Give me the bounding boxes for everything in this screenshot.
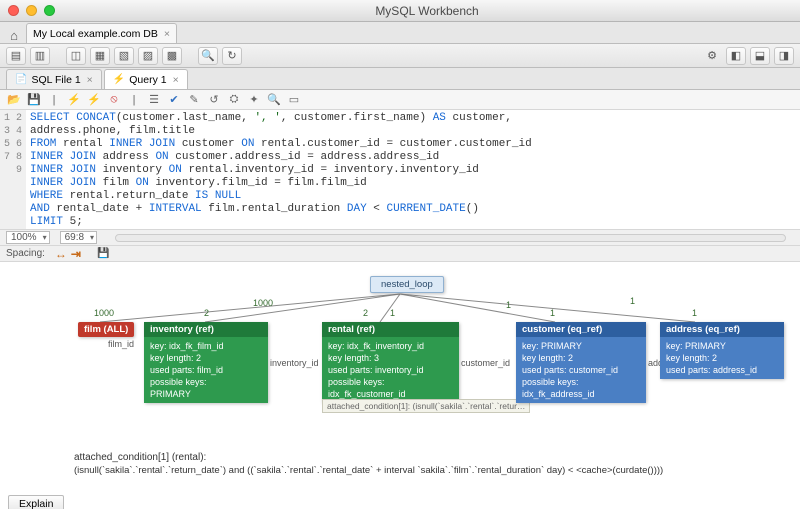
plan-node-body: key: PRIMARYkey length: 2used parts: add… xyxy=(660,337,784,379)
close-icon[interactable]: × xyxy=(164,28,170,40)
sql-code[interactable]: SELECT CONCAT(customer.last_name, ', ', … xyxy=(26,110,800,229)
home-icon[interactable]: ⌂ xyxy=(4,28,24,43)
close-icon[interactable]: × xyxy=(87,74,93,86)
limit-icon[interactable]: ⛭ xyxy=(226,92,242,108)
cursor-position[interactable]: 69:8 xyxy=(60,231,97,244)
commit-icon[interactable]: ✔ xyxy=(166,92,182,108)
attached-condition-header: attached_condition[1] (rental): xyxy=(74,452,206,463)
plan-node-rental[interactable]: rental (ref) key: idx_fk_inventory_idkey… xyxy=(322,322,459,403)
title-bar: MySQL Workbench xyxy=(0,0,800,22)
edge-cost: 1 xyxy=(630,296,635,306)
attached-condition-tooltip: attached_condition[1]: (isnull(`sakila`.… xyxy=(322,399,530,413)
attached-condition-body: (isnull(`sakila`.`rental`.`return_date`)… xyxy=(74,465,663,476)
spacing-compact-icon[interactable]: ⇥ xyxy=(71,247,79,261)
create-function-button[interactable]: ▩ xyxy=(162,47,182,65)
save-icon[interactable]: 💾 xyxy=(26,92,42,108)
create-procedure-button[interactable]: ▨ xyxy=(138,47,158,65)
horizontal-scrollbar[interactable] xyxy=(115,234,786,242)
close-icon[interactable]: × xyxy=(173,74,179,86)
settings-gear-icon[interactable]: ⚙ xyxy=(702,47,722,65)
line-gutter: 1 2 3 4 5 6 7 8 9 xyxy=(0,110,26,229)
plan-node-film[interactable]: film (ALL) xyxy=(78,322,134,337)
minimize-window-icon[interactable] xyxy=(26,5,37,16)
explain-plan[interactable]: nested_loop 1000 2 1000 2 1 1 1 1 1 film… xyxy=(0,262,800,509)
plan-node-address[interactable]: address (eq_ref) key: PRIMARYkey length:… xyxy=(660,322,784,379)
spacing-expand-icon[interactable]: ↔ xyxy=(55,247,65,261)
editor-tab-label: SQL File 1 xyxy=(31,74,80,86)
zoom-bar: 100% 69:8 xyxy=(0,230,800,246)
plan-node-inventory[interactable]: inventory (ref) key: idx_fk_film_idkey l… xyxy=(144,322,268,403)
zoom-window-icon[interactable] xyxy=(44,5,55,16)
join-key-label: inventory_id xyxy=(270,358,319,368)
save-layout-icon[interactable]: 💾 xyxy=(97,248,109,259)
stop-icon[interactable]: ⦸ xyxy=(106,92,122,108)
tab-sql-file-1[interactable]: 📄 SQL File 1 × xyxy=(6,69,102,89)
autocommit-icon[interactable]: ✎ xyxy=(186,92,202,108)
open-sql-button[interactable]: ▥ xyxy=(30,47,50,65)
sql-file-icon: 📄 xyxy=(15,74,27,85)
separator-icon: | xyxy=(46,92,62,108)
spacing-label: Spacing: xyxy=(6,248,45,259)
toggle-right-panel-icon[interactable]: ◨ xyxy=(774,47,794,65)
edge-cost: 2 xyxy=(363,308,368,318)
create-table-button[interactable]: ▦ xyxy=(90,47,110,65)
main-toolbar: ▤ ▥ ◫ ▦ ▧ ▨ ▩ 🔍 ↻ ⚙ ◧ ⬓ ◨ xyxy=(0,44,800,68)
join-key-label: film_id xyxy=(108,339,134,349)
execute-icon[interactable]: ⚡ xyxy=(66,92,82,108)
connection-tab[interactable]: My Local example.com DB × xyxy=(26,23,177,43)
editor-tabs: 📄 SQL File 1 × ⚡ Query 1 × xyxy=(0,68,800,90)
create-view-button[interactable]: ▧ xyxy=(114,47,134,65)
open-file-icon[interactable]: 📂 xyxy=(6,92,22,108)
toggle-left-panel-icon[interactable]: ◧ xyxy=(726,47,746,65)
edge-cost: 1 xyxy=(692,308,697,318)
edge-cost: 2 xyxy=(204,308,209,318)
separator-icon: | xyxy=(126,92,142,108)
create-schema-button[interactable]: ◫ xyxy=(66,47,86,65)
edge-cost: 1000 xyxy=(94,308,114,318)
connection-tabs: ⌂ My Local example.com DB × xyxy=(0,22,800,44)
toggle-bottom-panel-icon[interactable]: ⬓ xyxy=(750,47,770,65)
snippet-icon[interactable]: ▭ xyxy=(286,92,302,108)
lightning-icon: ⚡ xyxy=(113,74,125,85)
explain-button[interactable]: Explain xyxy=(8,495,64,509)
window-title: MySQL Workbench xyxy=(62,4,792,18)
sql-editor[interactable]: 1 2 3 4 5 6 7 8 9 SELECT CONCAT(customer… xyxy=(0,110,800,230)
beautify-icon[interactable]: ✦ xyxy=(246,92,262,108)
plan-root-node[interactable]: nested_loop xyxy=(370,276,444,293)
plan-node-body: key: idx_fk_inventory_idkey length: 3use… xyxy=(322,337,459,403)
tab-query-1[interactable]: ⚡ Query 1 × xyxy=(104,69,188,89)
plan-node-customer[interactable]: customer (eq_ref) key: PRIMARYkey length… xyxy=(516,322,646,403)
reconnect-button[interactable]: ↻ xyxy=(222,47,242,65)
join-key-label: customer_id xyxy=(461,358,510,368)
execute-current-icon[interactable]: ⚡ xyxy=(86,92,102,108)
spacing-bar: Spacing: ↔ ⇥ 💾 xyxy=(0,246,800,262)
editor-tab-label: Query 1 xyxy=(129,74,166,86)
explain-icon[interactable]: ☰ xyxy=(146,92,162,108)
rollback-icon[interactable]: ↺ xyxy=(206,92,222,108)
edge-cost: 1 xyxy=(550,308,555,318)
connection-tab-label: My Local example.com DB xyxy=(33,28,158,40)
plan-node-body: key: PRIMARYkey length: 2used parts: cus… xyxy=(516,337,646,403)
close-window-icon[interactable] xyxy=(8,5,19,16)
new-sql-tab-button[interactable]: ▤ xyxy=(6,47,26,65)
editor-toolbar: 📂 💾 | ⚡ ⚡ ⦸ | ☰ ✔ ✎ ↺ ⛭ ✦ 🔍 ▭ xyxy=(0,90,800,110)
zoom-select[interactable]: 100% xyxy=(6,231,50,244)
edge-cost: 1 xyxy=(390,308,395,318)
search-button[interactable]: 🔍 xyxy=(198,47,218,65)
plan-node-body: key: idx_fk_film_idkey length: 2used par… xyxy=(144,337,268,403)
edge-cost: 1000 xyxy=(253,298,273,308)
edge-cost: 1 xyxy=(506,300,511,310)
find-icon[interactable]: 🔍 xyxy=(266,92,282,108)
